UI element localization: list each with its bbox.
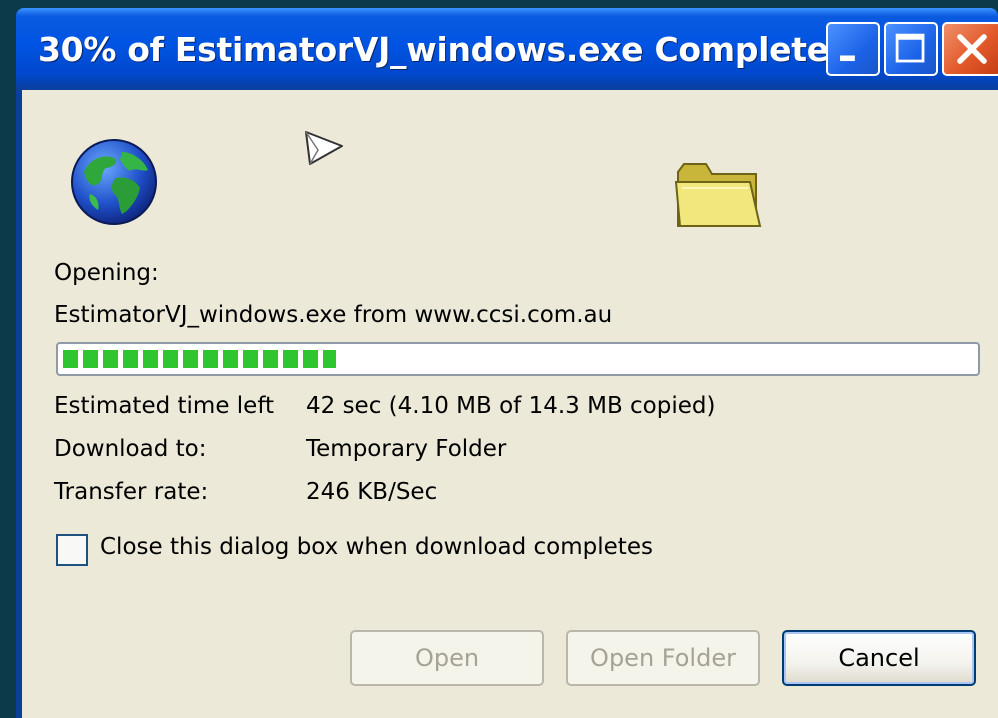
close-when-done-label[interactable]: Close this dialog box when download comp…	[100, 534, 653, 560]
maximize-button[interactable]	[884, 22, 938, 76]
maximize-icon	[895, 33, 925, 63]
download-progress-bar	[56, 342, 980, 376]
globe-icon	[71, 139, 157, 225]
opening-label: Opening:	[54, 260, 159, 286]
window-title: 30% of EstimatorVJ_windows.exe Completed	[38, 30, 853, 69]
transfer-rate-value: 246 KB/Sec	[306, 479, 438, 505]
minimize-button[interactable]	[826, 22, 880, 76]
open-folder-button[interactable]: Open Folder	[566, 630, 760, 686]
open-button[interactable]: Open	[350, 630, 544, 686]
minimize-icon	[840, 55, 855, 62]
download-to-value: Temporary Folder	[306, 436, 507, 462]
title-bar[interactable]: 30% of EstimatorVJ_windows.exe Completed	[16, 8, 998, 90]
paper-icon	[305, 131, 343, 165]
download-to-label: Download to:	[54, 436, 207, 462]
download-source: EstimatorVJ_windows.exe from www.ccsi.co…	[54, 302, 613, 328]
close-button[interactable]	[942, 22, 998, 76]
cancel-button[interactable]: Cancel	[782, 630, 976, 686]
dialog-body: Opening: EstimatorVJ_windows.exe from ww…	[22, 90, 998, 718]
close-when-done-checkbox[interactable]	[56, 534, 88, 566]
download-dialog: 30% of EstimatorVJ_windows.exe Completed	[16, 8, 998, 718]
time-left-label: Estimated time left	[54, 393, 275, 419]
transfer-rate-label: Transfer rate:	[54, 479, 209, 505]
close-icon	[957, 34, 987, 64]
folder-icon	[674, 163, 762, 227]
progress-fill	[63, 350, 336, 368]
time-left-value: 42 sec (4.10 MB of 14.3 MB copied)	[306, 393, 716, 419]
